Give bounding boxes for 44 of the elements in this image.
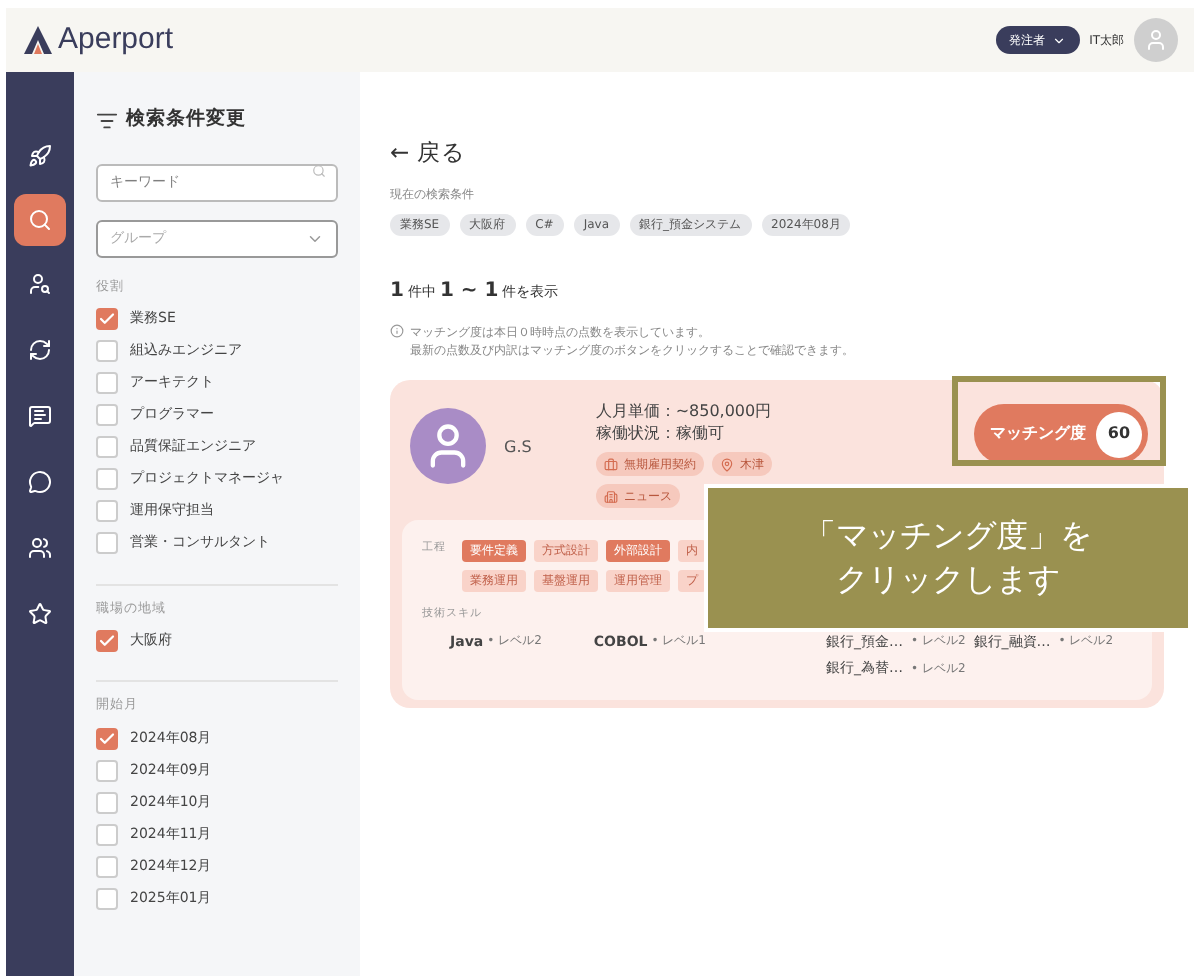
- callout-text: クリックします: [836, 558, 1060, 602]
- score-badge: 60: [1096, 411, 1142, 458]
- checkbox[interactable]: [96, 468, 118, 490]
- filter-title: 検索条件変更: [126, 106, 246, 134]
- refresh-icon: [28, 338, 52, 362]
- checkbox[interactable]: [96, 404, 118, 426]
- message-icon: [28, 404, 52, 428]
- chevron-down-icon: [1051, 33, 1066, 47]
- checkbox[interactable]: [96, 436, 118, 458]
- group-icon: [28, 536, 52, 560]
- candidate-name: G.S: [504, 436, 532, 461]
- checkbox[interactable]: [96, 823, 118, 845]
- avatar-icon[interactable]: [1134, 18, 1178, 62]
- status-text: 稼働状況：稼働可: [595, 422, 726, 445]
- checkbox[interactable]: [96, 727, 118, 749]
- filter-icon: [96, 109, 118, 132]
- logo-icon: [22, 24, 54, 56]
- checkbox[interactable]: [96, 500, 118, 522]
- nav-item[interactable]: [14, 194, 66, 246]
- chat-icon: [28, 470, 52, 494]
- checkbox[interactable]: [96, 372, 118, 394]
- callout-text: 「マッチング度」を: [804, 514, 1092, 558]
- search-icon: [28, 208, 52, 232]
- checkbox[interactable]: [96, 629, 118, 652]
- search-icon: [312, 164, 326, 179]
- checkbox[interactable]: [96, 855, 118, 877]
- checkbox[interactable]: [96, 308, 118, 330]
- info-icon: [390, 324, 404, 339]
- person-search-icon: [28, 272, 52, 296]
- avatar-icon: [410, 408, 486, 485]
- building-icon: [603, 489, 618, 504]
- matching-button[interactable]: マッチング度 60: [974, 404, 1148, 465]
- pin-icon: [719, 457, 734, 472]
- star-icon: [28, 602, 52, 626]
- back-link[interactable]: ← 戻る: [390, 136, 465, 171]
- price-text: 人月単価：~850,000円: [595, 400, 774, 423]
- briefcase-icon: [603, 457, 618, 472]
- rocket-icon: [28, 144, 52, 168]
- checkbox[interactable]: [96, 340, 118, 362]
- checkbox[interactable]: [96, 759, 118, 781]
- logo-text: Aperport: [58, 19, 174, 60]
- checkbox[interactable]: [96, 887, 118, 909]
- checkbox[interactable]: [96, 532, 118, 554]
- checkbox[interactable]: [96, 791, 118, 813]
